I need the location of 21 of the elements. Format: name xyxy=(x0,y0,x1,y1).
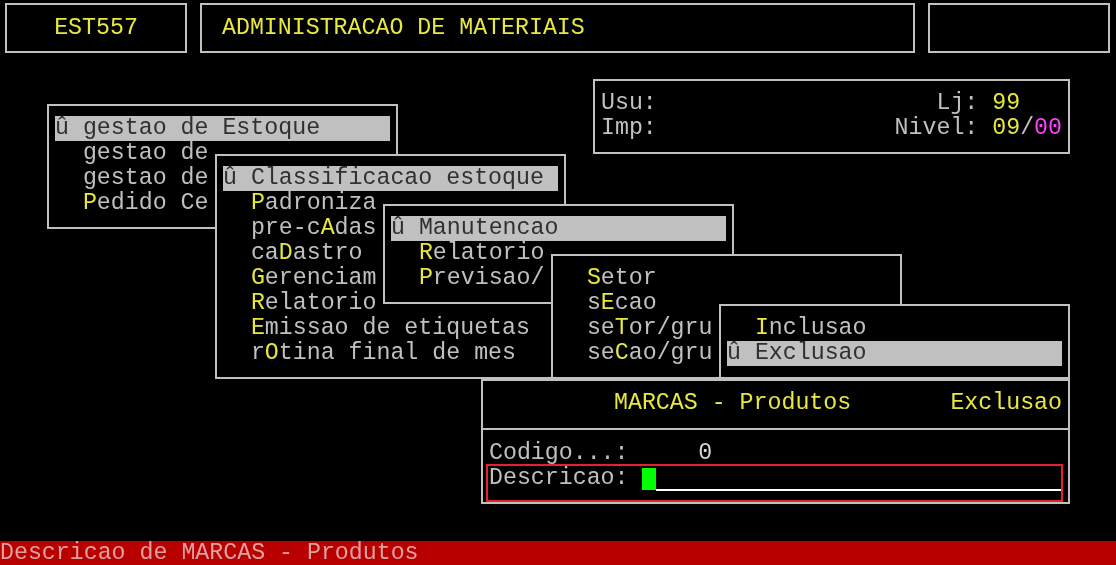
program-code: EST557 xyxy=(54,15,138,41)
field-label: Imp: xyxy=(601,116,658,141)
field-label: Lj: xyxy=(936,91,980,116)
menu-item[interactable]: û gestao de Estoque xyxy=(55,116,390,141)
form-title: MARCAS - Produtos xyxy=(614,391,853,416)
menu-item[interactable]: û Exclusao xyxy=(727,341,1062,366)
app-title: ADMINISTRACAO DE MATERIAIS xyxy=(222,15,585,41)
store-value: 99 xyxy=(992,90,1021,116)
status-text: Descricao de MARCAS - Produtos xyxy=(0,541,419,565)
text-cursor xyxy=(642,468,657,490)
field-label: Nivel: xyxy=(894,116,980,141)
field-label: Codigo...: xyxy=(489,441,630,466)
level-value: 09/00 xyxy=(992,116,1062,141)
menu-item[interactable]: Inclusao xyxy=(727,316,1062,341)
menu-item[interactable]: û Manutencao xyxy=(391,216,726,241)
field-label: Usu: xyxy=(601,91,658,116)
menu-item[interactable]: Setor xyxy=(559,266,894,291)
field-value: 0 xyxy=(697,441,713,466)
menu-item[interactable]: û Classificacao estoque xyxy=(223,166,558,191)
mode-label: Exclusao xyxy=(950,391,1062,416)
field-label: Descricao: xyxy=(489,466,630,491)
